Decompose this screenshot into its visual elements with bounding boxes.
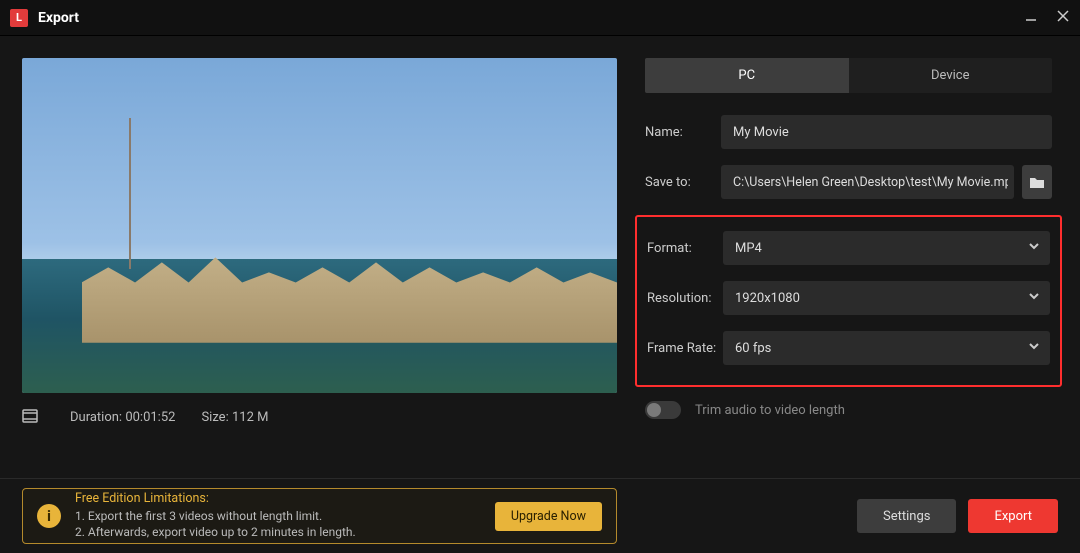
chevron-down-icon bbox=[1028, 340, 1040, 356]
limits-heading: Free Edition Limitations: bbox=[75, 491, 356, 508]
framerate-label: Frame Rate: bbox=[647, 341, 723, 356]
limits-line2: 2. Afterwards, export video up to 2 minu… bbox=[75, 524, 356, 540]
tab-device[interactable]: Device bbox=[849, 58, 1053, 93]
chevron-down-icon bbox=[1028, 240, 1040, 256]
size-text: Size: 112 M bbox=[201, 410, 268, 425]
browse-button[interactable] bbox=[1022, 165, 1052, 199]
chevron-down-icon bbox=[1028, 290, 1040, 306]
tab-pc[interactable]: PC bbox=[645, 58, 849, 93]
minimize-button[interactable] bbox=[1024, 9, 1038, 27]
titlebar: L Export bbox=[0, 0, 1080, 36]
video-meta: Duration: 00:01:52 Size: 112 M bbox=[22, 409, 617, 425]
format-label: Format: bbox=[647, 241, 723, 256]
saveto-input[interactable] bbox=[721, 165, 1014, 199]
window-title: Export bbox=[38, 10, 79, 26]
settings-button[interactable]: Settings bbox=[857, 499, 956, 533]
film-icon bbox=[22, 409, 44, 425]
resolution-select[interactable]: 1920x1080 bbox=[723, 281, 1050, 315]
trim-audio-toggle[interactable] bbox=[645, 401, 681, 419]
name-label: Name: bbox=[645, 125, 721, 140]
app-logo-icon: L bbox=[10, 9, 28, 27]
format-select[interactable]: MP4 bbox=[723, 231, 1050, 265]
format-settings-highlight: Format: MP4 Resolution: 1920x1080 bbox=[635, 215, 1062, 387]
target-tabs: PC Device bbox=[645, 58, 1052, 93]
close-button[interactable] bbox=[1056, 9, 1070, 27]
video-preview bbox=[22, 58, 617, 393]
info-icon: i bbox=[37, 504, 61, 528]
name-input[interactable] bbox=[721, 115, 1052, 149]
trim-audio-label: Trim audio to video length bbox=[695, 403, 845, 418]
limits-line1: 1. Export the first 3 videos without len… bbox=[75, 508, 356, 524]
export-button[interactable]: Export bbox=[968, 499, 1058, 533]
resolution-label: Resolution: bbox=[647, 291, 723, 306]
upgrade-button[interactable]: Upgrade Now bbox=[495, 502, 602, 531]
saveto-label: Save to: bbox=[645, 175, 721, 190]
free-edition-banner: i Free Edition Limitations: 1. Export th… bbox=[22, 488, 617, 544]
duration-text: Duration: 00:01:52 bbox=[70, 410, 175, 425]
framerate-select[interactable]: 60 fps bbox=[723, 331, 1050, 365]
